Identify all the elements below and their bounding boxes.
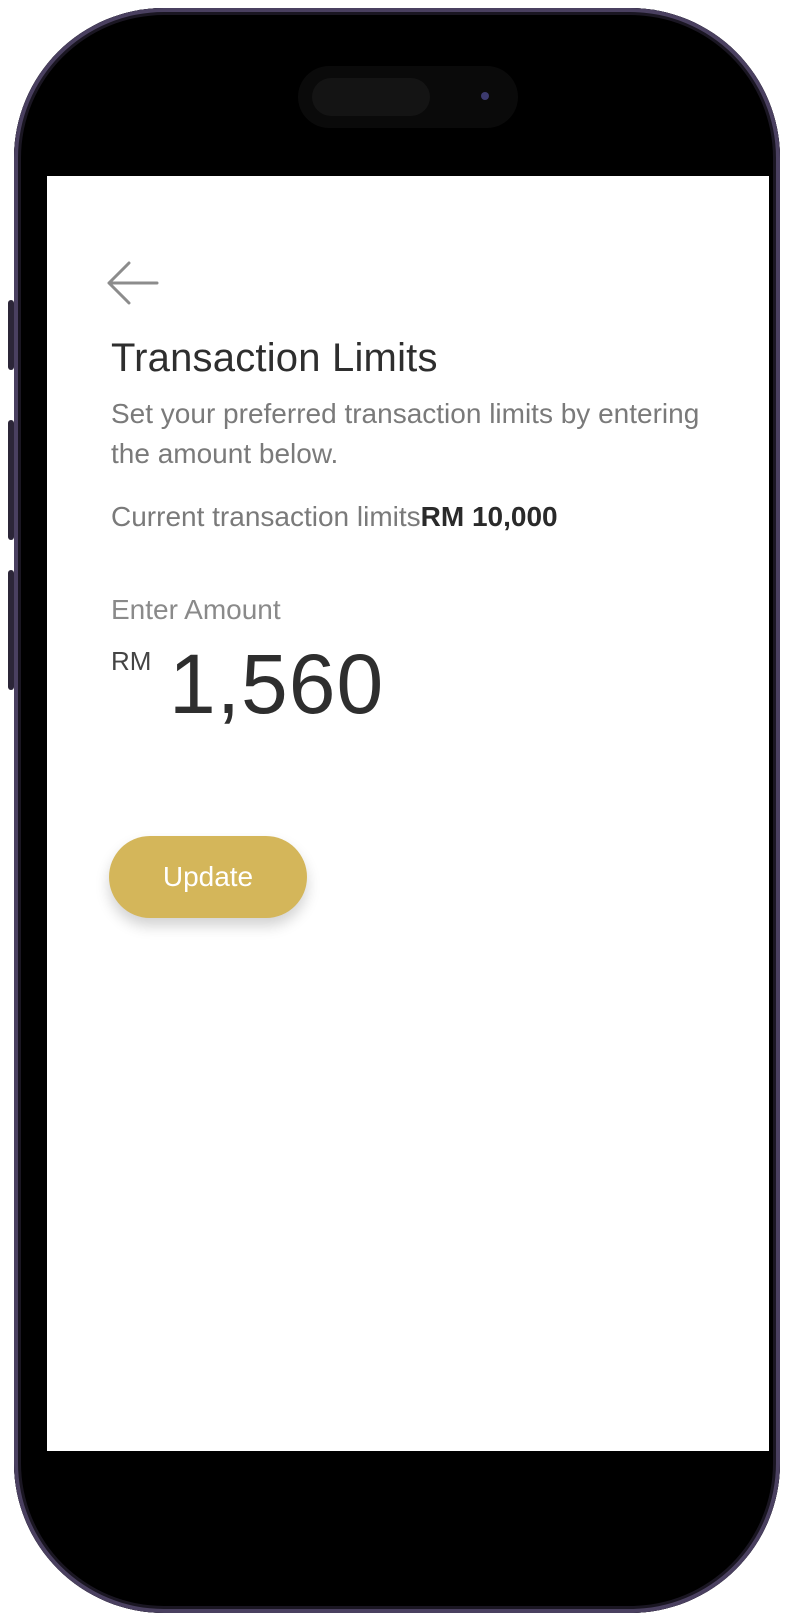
app-screen: Transaction Limits Set your preferred tr… <box>47 176 769 1451</box>
sensor-pill <box>312 78 430 116</box>
dynamic-island <box>298 66 518 128</box>
back-button[interactable] <box>103 258 161 308</box>
amount-label: Enter Amount <box>111 594 281 625</box>
page-title: Transaction Limits <box>111 336 438 380</box>
page-subtitle: Set your preferred transaction limits by… <box>111 398 700 469</box>
update-button[interactable]: Update <box>109 836 307 918</box>
current-limit-label: Current transaction limits <box>111 501 421 532</box>
device-mockup: Transaction Limits Set your preferred tr… <box>0 0 800 1621</box>
current-limit-row: Current transaction limitsRM 10,000 <box>111 501 558 533</box>
front-camera <box>481 92 489 100</box>
amount-value[interactable]: 1,560 <box>169 642 384 726</box>
currency-prefix: RM <box>111 646 152 676</box>
arrow-left-icon <box>103 258 161 308</box>
current-limit-value: RM 10,000 <box>420 501 558 532</box>
